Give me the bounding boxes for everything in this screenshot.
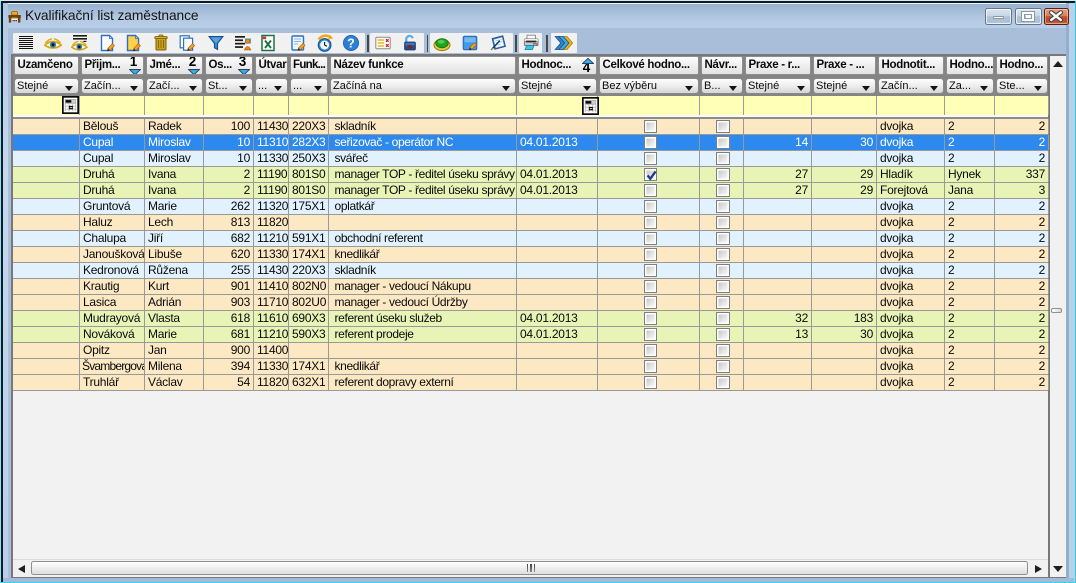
svg-text:?: ?: [348, 37, 356, 51]
